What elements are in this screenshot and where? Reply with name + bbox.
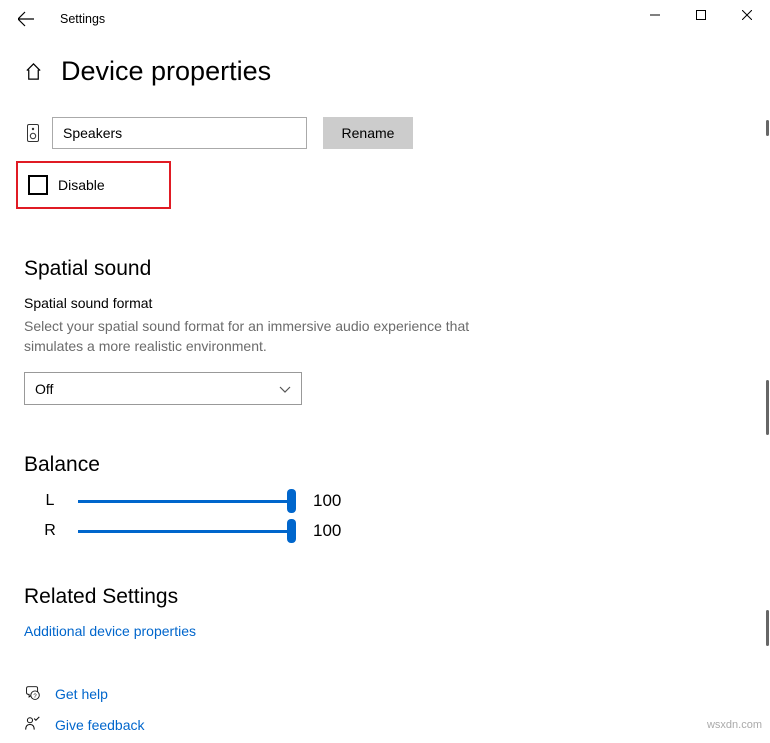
spatial-selected-value: Off — [35, 381, 53, 397]
spatial-format-label: Spatial sound format — [24, 295, 746, 311]
home-icon[interactable] — [24, 62, 43, 81]
left-value: 100 — [313, 491, 341, 511]
slider-track — [78, 530, 293, 533]
back-button[interactable] — [6, 0, 46, 38]
page-header: Device properties — [24, 56, 746, 87]
window-title: Settings — [60, 12, 105, 26]
disable-checkbox-wrap[interactable]: Disable — [28, 175, 105, 195]
balance-left-row: L 100 — [24, 491, 746, 511]
balance-right-slider[interactable] — [78, 522, 293, 540]
disable-highlight: Disable — [16, 161, 171, 209]
spatial-sound-heading: Spatial sound — [24, 257, 746, 281]
slider-thumb[interactable] — [287, 519, 296, 543]
scrollbar-thumb[interactable] — [766, 610, 769, 646]
device-name-input[interactable] — [52, 117, 307, 149]
arrow-left-icon — [18, 11, 34, 27]
get-help-link[interactable]: Get help — [55, 686, 108, 702]
balance-left-slider[interactable] — [78, 492, 293, 510]
window-controls — [632, 0, 770, 30]
close-button[interactable] — [724, 0, 770, 30]
related-settings-heading: Related Settings — [24, 585, 746, 609]
content-area: Device properties Rename Disable Spatial… — [0, 38, 770, 743]
speaker-icon — [24, 123, 42, 143]
device-name-row: Rename — [24, 117, 746, 149]
scrollbar[interactable] — [760, 30, 770, 737]
scrollbar-thumb[interactable] — [766, 120, 769, 136]
chat-help-icon: ? — [24, 685, 41, 702]
left-channel-label: L — [42, 492, 58, 510]
page-title: Device properties — [61, 56, 271, 87]
right-channel-label: R — [42, 522, 58, 540]
watermark: wsxdn.com — [707, 719, 762, 731]
right-value: 100 — [313, 521, 341, 541]
scrollbar-thumb[interactable] — [766, 380, 769, 435]
disable-label: Disable — [58, 177, 105, 193]
spatial-description: Select your spatial sound format for an … — [24, 317, 484, 356]
minimize-button[interactable] — [632, 0, 678, 30]
feedback-row[interactable]: Give feedback — [24, 716, 746, 733]
maximize-button[interactable] — [678, 0, 724, 30]
chevron-down-icon — [279, 383, 291, 395]
balance-heading: Balance — [24, 453, 746, 477]
spatial-format-dropdown[interactable]: Off — [24, 372, 302, 405]
slider-track — [78, 500, 293, 503]
feedback-link[interactable]: Give feedback — [55, 717, 145, 733]
balance-right-row: R 100 — [24, 521, 746, 541]
additional-properties-link[interactable]: Additional device properties — [24, 623, 746, 639]
rename-button[interactable]: Rename — [323, 117, 413, 149]
titlebar: Settings — [0, 0, 770, 38]
slider-thumb[interactable] — [287, 489, 296, 513]
disable-checkbox[interactable] — [28, 175, 48, 195]
feedback-icon — [24, 716, 41, 733]
get-help-row[interactable]: ? Get help — [24, 685, 746, 702]
